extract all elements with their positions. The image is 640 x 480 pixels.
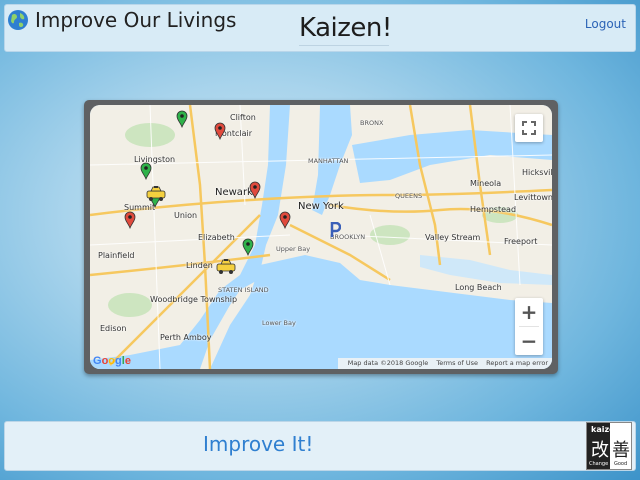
kaizen-sub-change: Change xyxy=(589,461,609,467)
zoom-out-button[interactable]: − xyxy=(515,327,543,355)
map-place-label: Long Beach xyxy=(455,283,502,292)
map-place-label: New York xyxy=(298,201,344,212)
improve-it-button[interactable]: Improve It! xyxy=(203,432,313,456)
map-place-label: Hempstead xyxy=(470,205,517,214)
map-place-label: Edison xyxy=(100,324,127,333)
kaizen-glyph-good: 善 xyxy=(612,440,630,461)
page-title: Kaizen! xyxy=(299,13,392,46)
map-frame: Clifton Montclair Livingston Newark Union Sum… xyxy=(84,100,558,374)
report-error-link[interactable]: Report a map error xyxy=(486,359,548,367)
map-place-label: Freeport xyxy=(504,237,538,246)
fullscreen-icon xyxy=(522,121,536,135)
map-place-label: Mineola xyxy=(470,179,502,188)
kaizen-sub-good: Good xyxy=(614,461,628,467)
map-place-label: Woodbridge Township xyxy=(150,295,238,304)
map-place-label: Lower Bay xyxy=(262,319,296,327)
kaizen-logo-word: kaizen xyxy=(591,425,621,434)
map-place-label: QUEENS xyxy=(395,192,423,200)
map-base-layer xyxy=(90,105,552,369)
parking-icon[interactable] xyxy=(329,222,341,238)
map-data-credit: Map data ©2018 Google xyxy=(347,359,429,367)
map-place-label: Perth Amboy xyxy=(160,333,212,342)
map-place-label: Valley Stream xyxy=(425,233,481,242)
map-pin-icon[interactable] xyxy=(242,238,254,256)
globe-icon xyxy=(8,10,28,30)
brand[interactable]: Improve Our Livings xyxy=(7,8,236,32)
zoom-in-button[interactable]: + xyxy=(515,298,543,326)
map-place-label: Newark xyxy=(215,187,253,198)
map-place-label: Plainfield xyxy=(98,251,135,260)
kaizen-logo: kaizen 改 善 Change Good xyxy=(586,422,632,470)
map-place-label: Upper Bay xyxy=(276,245,311,253)
map-pin-icon[interactable] xyxy=(124,211,136,229)
google-logo[interactable]: Google xyxy=(93,355,131,367)
map-pin-icon[interactable] xyxy=(249,181,261,199)
map-canvas[interactable]: Clifton Montclair Livingston Newark Union Sum… xyxy=(90,105,552,369)
map-pin-icon[interactable] xyxy=(176,110,188,128)
map-place-label: Levittown xyxy=(514,193,552,202)
terms-link[interactable]: Terms of Use xyxy=(436,359,478,367)
kaizen-glyph-change: 改 xyxy=(591,440,609,461)
map-pin-icon[interactable] xyxy=(279,211,291,229)
map-place-label: Linden xyxy=(186,261,213,270)
map-place-label: STATEN ISLAND xyxy=(218,286,269,294)
map-pin-icon[interactable] xyxy=(140,162,152,180)
zoom-control: + − xyxy=(515,298,543,355)
map-place-label: Hicksville xyxy=(522,168,552,177)
brand-title: Improve Our Livings xyxy=(35,8,237,32)
map-pin-icon[interactable] xyxy=(214,122,226,140)
map-place-label: Elizabeth xyxy=(198,233,235,242)
footer-bar: Improve It! kaizen 改 善 Change Good xyxy=(4,421,636,471)
fullscreen-button[interactable] xyxy=(515,114,543,142)
map-place-label: Union xyxy=(174,211,198,220)
taxi-icon[interactable] xyxy=(216,259,236,275)
map-attribution: Map data ©2018 Google Terms of Use Repor… xyxy=(337,358,552,369)
map-place-label: BRONX xyxy=(360,119,384,127)
map-place-label: Clifton xyxy=(230,113,256,122)
taxi-icon[interactable] xyxy=(146,186,166,202)
logout-link[interactable]: Logout xyxy=(585,17,626,31)
map-place-label: MANHATTAN xyxy=(308,157,349,165)
header-bar: Improve Our Livings Kaizen! Logout xyxy=(4,4,636,52)
